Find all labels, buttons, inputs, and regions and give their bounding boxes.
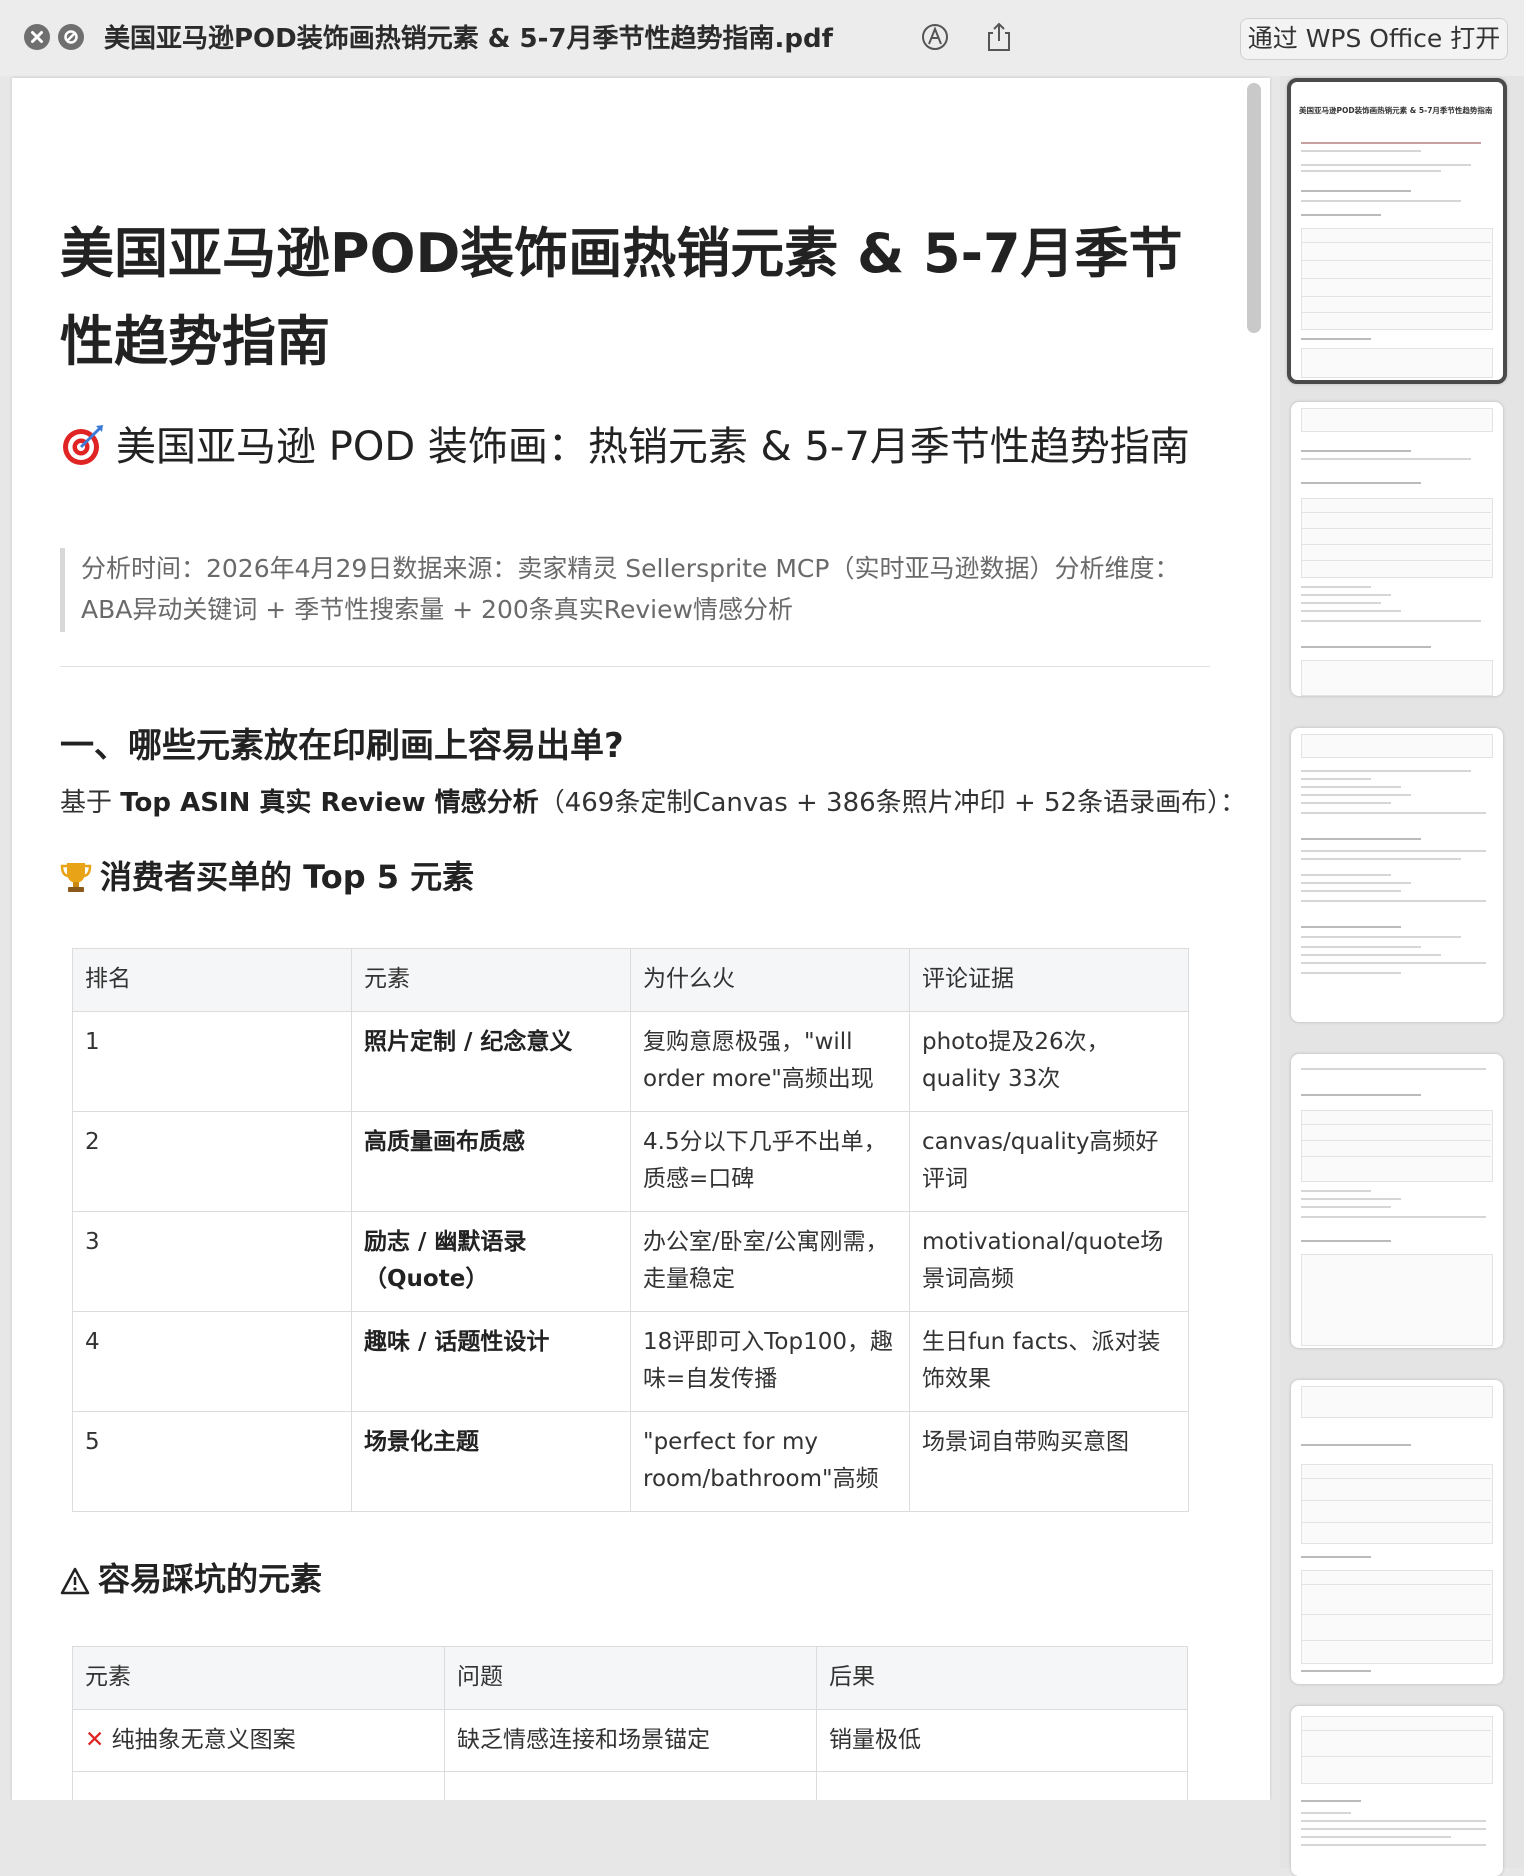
window-bottom xyxy=(0,1800,1280,1868)
target-icon xyxy=(60,422,106,468)
evidence-cell: 生日fun facts、派对装饰效果 xyxy=(909,1311,1189,1412)
top5-table: 排名 元素 为什么火 评论证据 1 照片定制 / 纪念意义 复购意愿极强，"wi… xyxy=(72,948,1189,1512)
pitfall-title-text: 容易踩坑的元素 xyxy=(98,1560,323,1598)
cross-mark-icon: ✕ xyxy=(85,1727,105,1753)
col-header-element: 元素 xyxy=(72,1646,445,1710)
element-cell: 场景化主题 xyxy=(351,1411,631,1512)
table-row: 3 励志 / 幽默语录（Quote） 办公室/卧室/公寓刚需，走量稳定 moti… xyxy=(72,1211,1189,1312)
table-row: 5 场景化主题 "perfect for my room/bathroom"高频… xyxy=(72,1411,1189,1512)
hide-icon[interactable] xyxy=(58,24,84,50)
element-cell: ✕ 纯抽象无意义图案 xyxy=(72,1709,445,1772)
table-row: 4 趣味 / 话题性设计 18评即可入Top100，趣味=自发传播 生日fun … xyxy=(72,1311,1189,1412)
table-header-row: 排名 元素 为什么火 评论证据 xyxy=(72,948,1189,1012)
rank-cell: 1 xyxy=(72,1011,352,1112)
thumbnail-title: 美国亚马逊POD装饰画热销元素 & 5-7月季节性趋势指南 xyxy=(1299,106,1493,115)
col-header-why: 为什么火 xyxy=(630,948,910,1012)
col-header-problem: 问题 xyxy=(444,1646,817,1710)
title-bar: 美国亚马逊POD装饰画热销元素 & 5-7月季节性趋势指南.pdf 通过 WPS… xyxy=(0,0,1524,76)
open-in-wps-button[interactable]: 通过 WPS Office 打开 xyxy=(1240,18,1508,60)
evidence-cell: 场景词自带购买意图 xyxy=(909,1411,1189,1512)
element-cell: 趣味 / 话题性设计 xyxy=(351,1311,631,1412)
divider xyxy=(60,666,1210,667)
scrollbar[interactable] xyxy=(1247,83,1261,333)
section-1-title: 一、哪些元素放在印刷画上容易出单? xyxy=(60,726,624,766)
trophy-icon xyxy=(60,860,92,902)
close-icon[interactable] xyxy=(24,24,50,50)
subtitle-text: 美国亚马逊 POD 装饰画：热销元素 & 5-7月季节性趋势指南 xyxy=(116,424,1190,470)
col-header-result: 后果 xyxy=(816,1646,1188,1710)
document-subtitle: 美国亚马逊 POD 装饰画：热销元素 & 5-7月季节性趋势指南 xyxy=(60,418,1190,476)
element-cell: 高质量画布质感 xyxy=(351,1111,631,1212)
analysis-meta-quote: 分析时间：2026年4月29日数据来源：卖家精灵 Sellersprite MC… xyxy=(60,548,1201,632)
page-thumbnail-2[interactable] xyxy=(1291,402,1503,696)
table-row: ✕ 纯抽象无意义图案 缺乏情感连接和场景锚定 销量极低 xyxy=(72,1709,1188,1772)
section-1-paragraph: 基于 Top ASIN 真实 Review 情感分析（469条定制Canvas … xyxy=(60,782,1246,819)
page-thumbnail-5[interactable] xyxy=(1291,1380,1503,1684)
share-icon[interactable] xyxy=(982,20,1016,54)
evidence-cell: motivational/quote场景词高频 xyxy=(909,1211,1189,1312)
page-thumbnail-1[interactable]: 美国亚马逊POD装饰画热销元素 & 5-7月季节性趋势指南 xyxy=(1287,78,1507,384)
page-thumbnail-4[interactable] xyxy=(1291,1054,1503,1348)
col-header-element: 元素 xyxy=(351,948,631,1012)
warning-icon xyxy=(60,1566,90,1604)
why-cell: 复购意愿极强，"will order more"高频出现 xyxy=(630,1011,910,1112)
rank-cell: 5 xyxy=(72,1411,352,1512)
evidence-cell: canvas/quality高频好评词 xyxy=(909,1111,1189,1212)
problem-cell: 缺乏情感连接和场景锚定 xyxy=(444,1709,817,1772)
table-row: 1 照片定制 / 纪念意义 复购意愿极强，"will order more"高频… xyxy=(72,1011,1189,1112)
rank-cell: 4 xyxy=(72,1311,352,1412)
element-cell: 励志 / 幽默语录（Quote） xyxy=(351,1211,631,1312)
why-cell: 办公室/卧室/公寓刚需，走量稳定 xyxy=(630,1211,910,1312)
top5-title-text: 消费者买单的 Top 5 元素 xyxy=(100,858,475,896)
document-heading: 美国亚马逊POD装饰画热销元素 & 5-7月季节性趋势指南 xyxy=(60,222,1183,373)
markup-icon[interactable] xyxy=(918,20,952,54)
page-thumbnail-3[interactable] xyxy=(1291,728,1503,1022)
document-title: 美国亚马逊POD装饰画热销元素 & 5-7月季节性趋势指南.pdf xyxy=(104,24,833,54)
result-cell: 销量极低 xyxy=(816,1709,1188,1772)
evidence-cell: photo提及26次，quality 33次 xyxy=(909,1011,1189,1112)
para-bold: Top ASIN 真实 Review 情感分析 xyxy=(120,788,539,818)
table-header-row: 元素 问题 后果 xyxy=(72,1646,1188,1710)
why-cell: 4.5分以下几乎不出单，质感=口碑 xyxy=(630,1111,910,1212)
element-cell: 照片定制 / 纪念意义 xyxy=(351,1011,631,1112)
why-cell: 18评即可入Top100，趣味=自发传播 xyxy=(630,1311,910,1412)
page-thumbnail-6[interactable] xyxy=(1291,1706,1503,1876)
para-prefix: 基于 xyxy=(60,788,121,818)
top5-title: 消费者买单的 Top 5 元素 xyxy=(60,852,474,902)
rank-cell: 2 xyxy=(72,1111,352,1212)
table-row: 2 高质量画布质感 4.5分以下几乎不出单，质感=口碑 canvas/quali… xyxy=(72,1111,1189,1212)
rank-cell: 3 xyxy=(72,1211,352,1312)
col-header-rank: 排名 xyxy=(72,948,352,1012)
pitfall-title: 容易踩坑的元素 xyxy=(60,1554,322,1604)
para-suffix: （469条定制Canvas + 386条照片冲印 + 52条语录画布）： xyxy=(538,788,1247,818)
why-cell: "perfect for my room/bathroom"高频 xyxy=(630,1411,910,1512)
col-header-evidence: 评论证据 xyxy=(909,948,1189,1012)
